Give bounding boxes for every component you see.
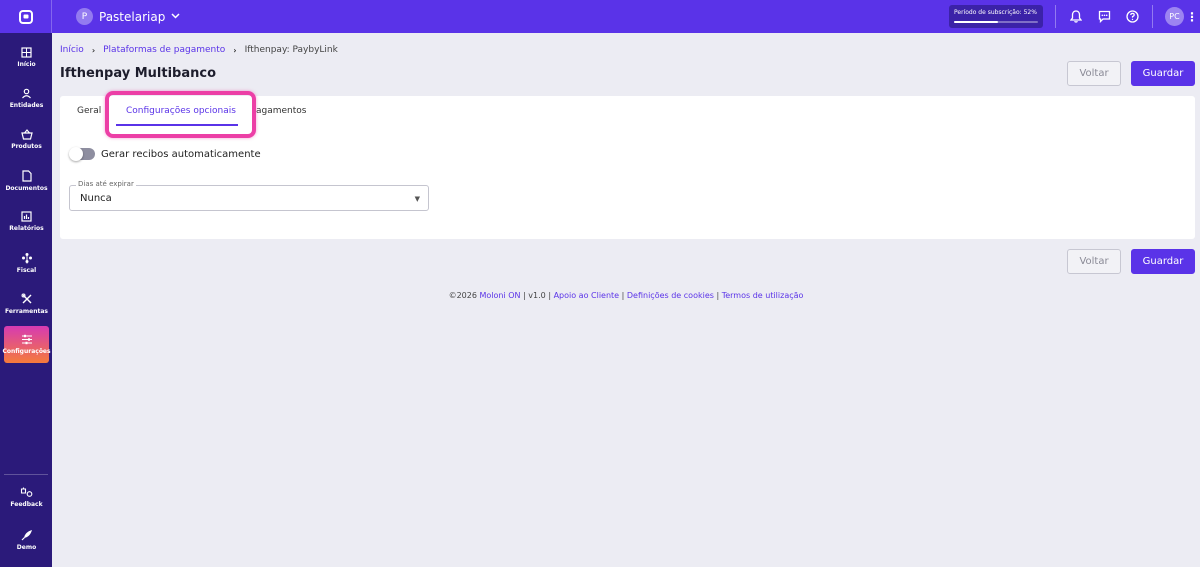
footer-copyright: ©2026 [448, 291, 477, 300]
save-button-bottom[interactable]: Guardar [1131, 249, 1195, 274]
sidebar-item-relatorios[interactable]: Relatórios [4, 203, 49, 240]
auto-receipts-toggle[interactable] [69, 147, 95, 161]
feedback-icon [20, 487, 33, 497]
sidebar-item-label: Relatórios [9, 225, 44, 232]
save-button[interactable]: Guardar [1131, 61, 1195, 86]
subscription-progress-bar [954, 21, 1038, 23]
user-avatar[interactable]: PC [1165, 7, 1184, 26]
chevron-down-icon [171, 12, 180, 22]
settings-sliders-icon [21, 334, 32, 345]
footer-brand-link[interactable]: Moloni ON [479, 291, 520, 300]
sidebar-item-label: Demo [16, 543, 37, 551]
logo-icon [18, 9, 33, 24]
rocket-icon [21, 529, 32, 540]
tab-configuracoes-opcionais[interactable]: Configurações opcionais [126, 106, 236, 116]
sidebar-divider [4, 474, 48, 475]
help-icon [1125, 10, 1139, 23]
sidebar-item-configuracoes[interactable]: Configurações [2, 326, 51, 363]
app-logo[interactable] [0, 0, 52, 33]
caret-down-icon: ▼ [414, 195, 420, 203]
select-value: Nunca [80, 193, 112, 204]
sidebar-item-demo[interactable]: Demo [4, 521, 49, 558]
footer-version: v1.0 [528, 291, 546, 300]
subscription-period[interactable]: Período de subscrição: 52% [949, 5, 1043, 28]
breadcrumb-link-payment-platforms[interactable]: Plataformas de pagamento [103, 45, 225, 55]
auto-receipts-setting: Gerar recibos automaticamente [69, 147, 261, 161]
more-options-icon[interactable]: ⋮ [1184, 0, 1200, 33]
sidebar-item-inicio[interactable]: Início [4, 39, 49, 76]
sidebar-item-label: Ferramentas [5, 307, 48, 315]
subscription-label: Período de subscrição: 52% [954, 9, 1037, 16]
basket-icon [20, 129, 33, 140]
breadcrumb-current: Ifthenpay: PaybyLink [244, 45, 338, 55]
divider [1055, 5, 1056, 28]
sidebar: Início Entidades Produtos Documentos Rel… [0, 33, 52, 567]
fiscal-icon [21, 252, 32, 263]
tools-icon [21, 293, 31, 303]
user-icon [22, 88, 31, 99]
footer-link-support[interactable]: Apoio ao Cliente [554, 291, 620, 300]
company-selector[interactable]: P Pastelariap [76, 8, 180, 25]
sidebar-item-label: Documentos [5, 184, 48, 192]
top-bar: P Pastelariap Período de subscrição: 52% [0, 0, 1200, 33]
dashboard-icon [21, 47, 32, 58]
help-button[interactable] [1118, 0, 1146, 33]
footer: ©2026 Moloni ON | v1.0 | Apoio ao Client… [52, 291, 1200, 300]
breadcrumb: Início › Plataformas de pagamento › Ifth… [60, 45, 338, 55]
sidebar-item-fiscal[interactable]: Fiscal [4, 244, 49, 281]
notifications-button[interactable] [1062, 0, 1090, 33]
company-name: Pastelariap [99, 9, 166, 24]
sidebar-item-label: Início [17, 61, 36, 68]
report-icon [21, 211, 32, 222]
bell-icon [1070, 10, 1082, 23]
page-title: Ifthenpay Multibanco [60, 66, 216, 81]
document-icon [21, 169, 32, 182]
sidebar-item-ferramentas[interactable]: Ferramentas [4, 285, 49, 322]
breadcrumb-link-inicio[interactable]: Início [60, 45, 84, 55]
sidebar-item-documentos[interactable]: Documentos [4, 162, 49, 199]
tab-pagamentos[interactable]: agamentos [256, 106, 306, 116]
toggle-knob [69, 147, 83, 161]
divider [1152, 5, 1153, 28]
chevron-right-icon: › [233, 45, 237, 55]
sidebar-item-label: Entidades [9, 102, 44, 109]
sidebar-item-label: Configurações [2, 348, 51, 355]
sidebar-item-label: Produtos [11, 143, 42, 150]
chat-icon [1098, 10, 1110, 23]
active-tab-indicator [116, 124, 238, 126]
settings-card: Geral Configurações opcionais agamentos … [60, 91, 1195, 239]
tab-geral[interactable]: Geral [77, 106, 101, 116]
footer-link-terms[interactable]: Termos de utilização [722, 291, 804, 300]
chevron-right-icon: › [91, 45, 96, 55]
sidebar-item-label: Feedback [10, 501, 43, 508]
sidebar-item-label: Fiscal [16, 266, 37, 274]
sidebar-item-feedback[interactable]: Feedback [4, 479, 49, 516]
sidebar-item-produtos[interactable]: Produtos [4, 121, 49, 158]
messages-button[interactable] [1090, 0, 1118, 33]
footer-link-cookies[interactable]: Definições de cookies [627, 291, 714, 300]
company-avatar: P [76, 8, 93, 25]
back-button[interactable]: Voltar [1067, 61, 1121, 86]
subscription-progress-fill [954, 21, 998, 23]
days-to-expire-select[interactable]: Dias até expirar Nunca ▼ [69, 180, 429, 211]
sidebar-item-entidades[interactable]: Entidades [4, 80, 49, 117]
select-legend: Dias até expirar [76, 180, 136, 188]
back-button-bottom[interactable]: Voltar [1067, 249, 1121, 274]
auto-receipts-label: Gerar recibos automaticamente [101, 148, 261, 160]
